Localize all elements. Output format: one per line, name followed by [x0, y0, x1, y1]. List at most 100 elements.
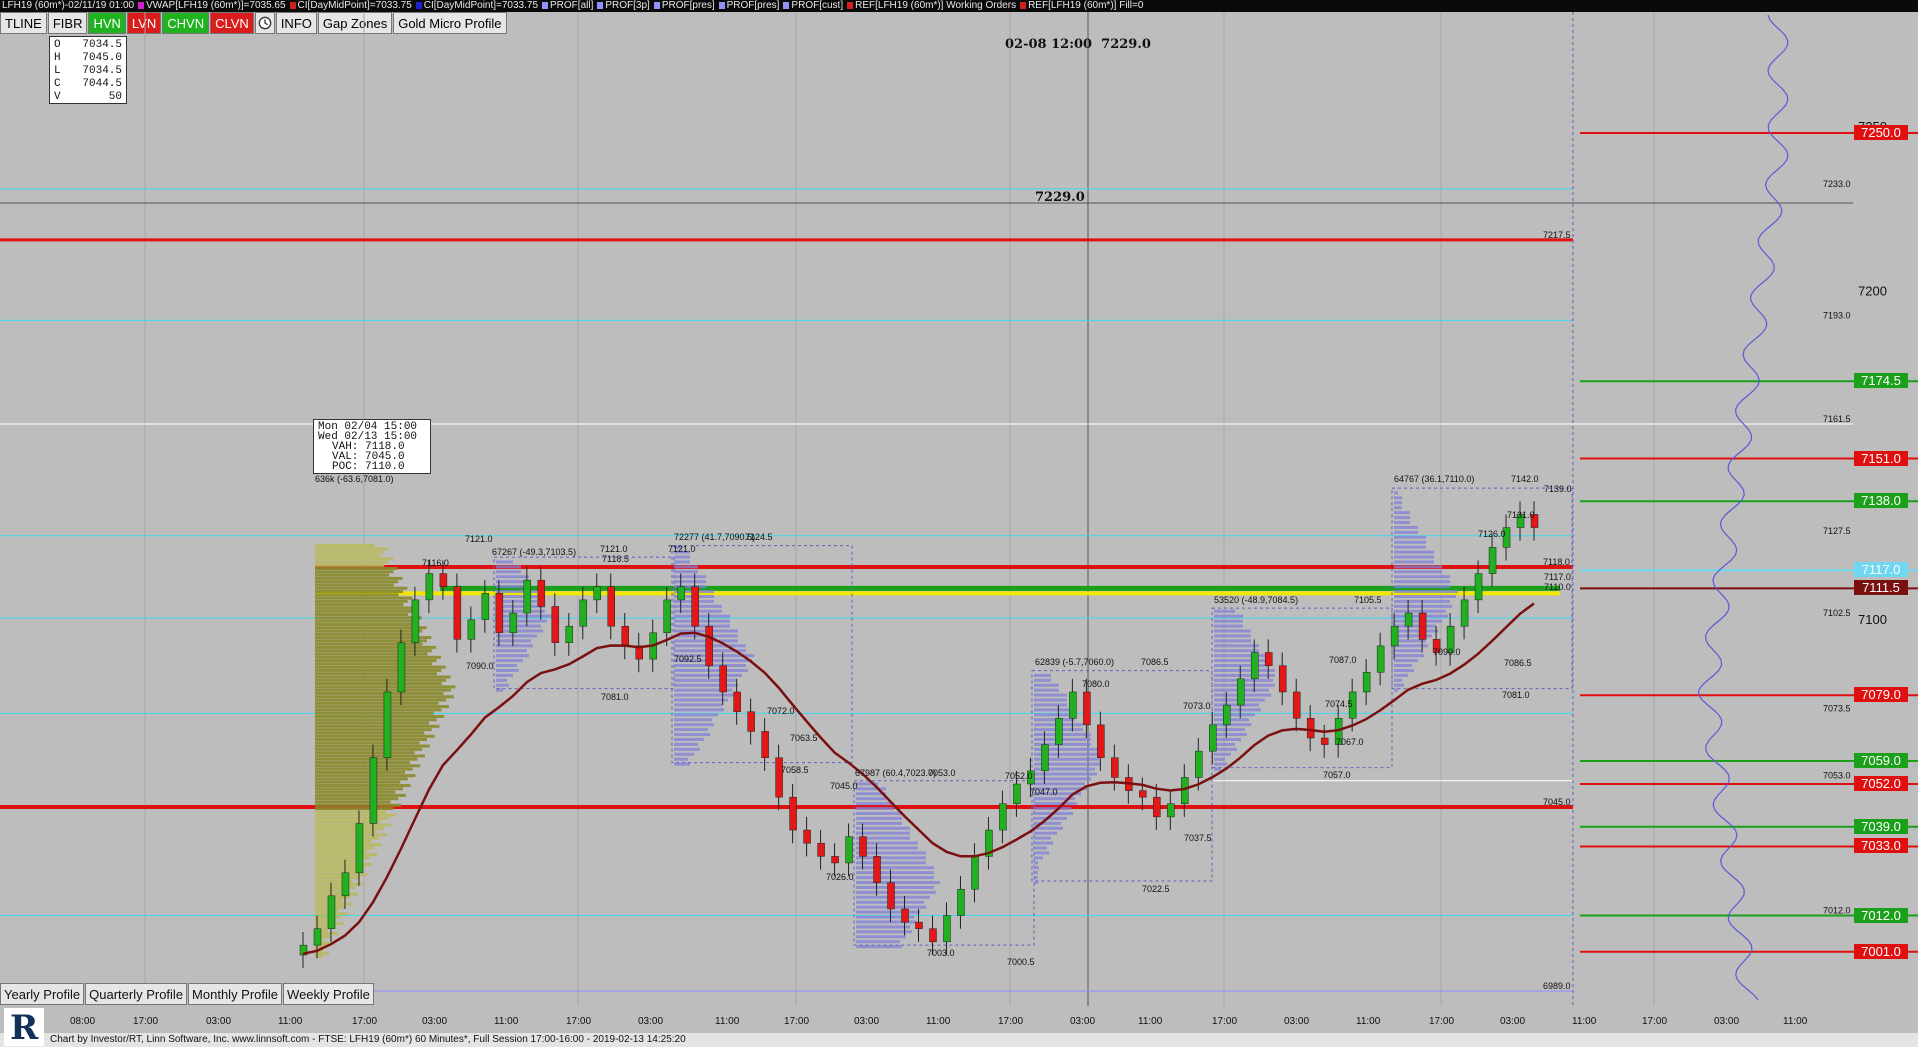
- composite-profile-bar: [315, 685, 456, 689]
- session-profile-bar: [1394, 629, 1438, 633]
- candle-body: [593, 586, 602, 601]
- session-profile-bar: [856, 885, 934, 889]
- composite-profile-bar: [315, 882, 363, 886]
- candle-body: [1167, 803, 1175, 818]
- time-axis-label: 03:00: [1284, 1016, 1310, 1027]
- price-axis-label: 7118.0: [1543, 557, 1570, 567]
- session-profile-bar: [1034, 802, 1077, 806]
- session-profile-bar: [1214, 733, 1247, 737]
- composite-profile-bar: [315, 698, 447, 702]
- composite-profile-bar: [315, 721, 429, 725]
- session-profile-bar: [1214, 742, 1235, 746]
- price-level-tag[interactable]: 7033.0: [1854, 838, 1908, 854]
- investor-rt-logo-icon: R: [4, 1008, 44, 1046]
- session-profile-bar: [856, 816, 902, 820]
- profile-info-line: POC: 7110.0: [332, 461, 405, 473]
- candle-body: [733, 691, 741, 712]
- tab-monthly-profile[interactable]: Monthly Profile: [188, 983, 283, 1005]
- candle-body: [355, 823, 364, 874]
- price-chart[interactable]: 636k (-63.6,7081.0) 67267 (-49.3,7103.5) 7…: [0, 0, 1918, 1047]
- composite-profile-bar: [315, 816, 389, 820]
- price-level-tag[interactable]: 7174.5: [1854, 373, 1908, 389]
- candle-body: [1306, 718, 1315, 739]
- chart-annotation: 7086.5: [1504, 658, 1532, 668]
- composite-profile-bar: [315, 606, 417, 610]
- chart-annotation: 7052.0: [1005, 771, 1033, 781]
- chart-annotation: 7022.5: [1142, 884, 1170, 894]
- session-profile-bar: [674, 742, 698, 746]
- session-profile-bar: [1394, 678, 1402, 682]
- chart-annotation: 7081.0: [1502, 690, 1530, 700]
- composite-profile-bar: [315, 728, 432, 732]
- chart-annotation: 7131.0: [1507, 510, 1535, 520]
- price-level-tag[interactable]: 7059.0: [1854, 753, 1908, 768]
- candle-body: [1320, 737, 1329, 745]
- composite-profile-bar: [315, 576, 403, 580]
- candle-body: [495, 593, 504, 634]
- price-axis-label: 7127.5: [1823, 526, 1851, 536]
- session-profile-bar: [1214, 624, 1243, 628]
- time-axis-label: 17:00: [352, 1016, 378, 1027]
- composite-profile-bar: [315, 790, 396, 794]
- ohlc-value: 7044.5: [82, 78, 122, 90]
- session-profile-bar: [1034, 683, 1059, 687]
- composite-profile-bar: [315, 734, 435, 738]
- price-axis-label: 7045.0: [1543, 797, 1571, 807]
- price-level-tag[interactable]: 7138.0: [1854, 493, 1908, 509]
- ohlc-key: C: [54, 78, 61, 90]
- chart-annotation: 7121.0: [668, 544, 696, 554]
- candle-body: [383, 691, 392, 758]
- tab-weekly-profile[interactable]: Weekly Profile: [283, 983, 374, 1005]
- session-profile-bar: [1034, 703, 1067, 707]
- session-profile-bar: [1394, 545, 1426, 549]
- composite-profile-bar: [315, 757, 418, 761]
- session-profile-bar: [1034, 807, 1071, 811]
- session-profile-bar: [1214, 752, 1231, 756]
- session-profile-bar: [496, 614, 553, 618]
- price-level-tag[interactable]: 7151.0: [1854, 450, 1908, 466]
- price-level-tag[interactable]: 7079.0: [1854, 687, 1908, 703]
- candle-body: [621, 625, 629, 647]
- price-level-tag[interactable]: 7001.0: [1854, 943, 1908, 959]
- candle-body: [1292, 691, 1301, 719]
- time-axis-label: 03:00: [1714, 1016, 1740, 1027]
- price-level-tag[interactable]: 7052.0: [1854, 776, 1908, 792]
- composite-profile-bar: [315, 718, 437, 722]
- candle-body: [1474, 573, 1483, 601]
- price-level-tag[interactable]: 7012.0: [1854, 907, 1908, 923]
- price-axis-label: 7102.5: [1823, 608, 1851, 618]
- candle-body: [915, 921, 923, 929]
- price-level-tag[interactable]: 7117.0: [1854, 562, 1908, 578]
- session-profile-bar: [496, 649, 527, 653]
- session-profile-bar: [1214, 708, 1261, 712]
- ohlc-value: 7045.0: [82, 52, 122, 64]
- price-level-tag[interactable]: 7111.5: [1854, 580, 1908, 596]
- time-axis-label: 03:00: [206, 1016, 232, 1027]
- composite-profile-bar: [315, 862, 373, 866]
- session-profile-bar: [1034, 826, 1063, 830]
- session-profile-bar: [496, 683, 509, 687]
- session-profile-bar: [674, 560, 690, 564]
- candle-body: [467, 619, 476, 640]
- session-profile-bar: [496, 678, 507, 682]
- price-level-tag[interactable]: 7039.0: [1854, 818, 1908, 834]
- ohlc-value: 7034.5: [82, 65, 122, 77]
- session-profile-bar: [496, 673, 513, 677]
- session-profile-bar: [674, 575, 706, 579]
- tab-quarterly-profile[interactable]: Quarterly Profile: [85, 983, 188, 1005]
- candle-body: [789, 796, 797, 831]
- session-profile-bar: [1394, 668, 1414, 672]
- session-profile-bar: [674, 703, 722, 707]
- session-profile-bar: [856, 831, 910, 835]
- composite-profile-bar: [315, 655, 441, 659]
- price-level-tag[interactable]: 7250.0: [1854, 125, 1908, 140]
- candle-body: [509, 612, 518, 634]
- candle-body: [1404, 612, 1413, 627]
- candle-body: [1209, 724, 1217, 752]
- session-profile-bar: [1394, 594, 1456, 598]
- composite-profile-bar: [315, 544, 375, 547]
- time-axis-label: 08:00: [70, 1016, 96, 1027]
- tab-yearly-profile[interactable]: Yearly Profile: [0, 983, 85, 1005]
- chart-annotation: 7105.5: [1354, 595, 1382, 605]
- composite-profile-bar: [315, 869, 357, 873]
